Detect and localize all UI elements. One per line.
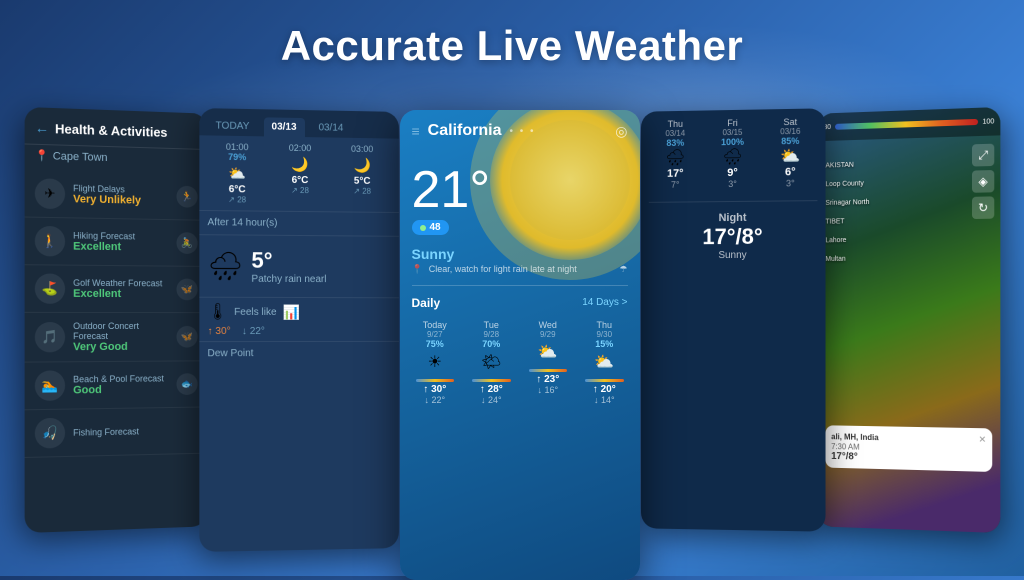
- weekly-forecast-card: Thu 03/14 83% 🌧 17° 7° Fri 03/15 100% 🌧 …: [640, 108, 825, 531]
- sun2-icon: ☀: [412, 349, 459, 378]
- day-col-1: Today 9/27 75% ☀ ↑ 30° ↓ 22°: [408, 316, 463, 410]
- main-temperature: 21°: [412, 164, 628, 216]
- rain-icon: 🌧: [207, 250, 243, 283]
- california-weather-card: ≡ California • • • ◎ 21° 48 Sunny 📍 Clea…: [400, 110, 640, 580]
- cloud2-icon: ⛅: [525, 339, 572, 368]
- california-header: ≡ California • • • ◎: [400, 110, 640, 144]
- after-hours-label: After 14 hour(s): [199, 211, 399, 237]
- location-icon[interactable]: ◎: [615, 123, 627, 140]
- thermometer-icon: 🌡: [207, 302, 228, 322]
- day-col-2: Tue 9/28 70% 🌤 ↑ 28° ↓ 24°: [464, 316, 519, 410]
- dew-point-row: Dew Point: [199, 341, 399, 365]
- aqi-dot: [420, 225, 426, 231]
- tab-today[interactable]: TODAY: [207, 116, 257, 136]
- golf-icon: ⛳: [34, 273, 64, 303]
- cloud-icon: ⛅: [207, 162, 266, 185]
- weather-map-card: 30 100 ⤢ ◈ ↻ AKISTAN Loop County Srinaga…: [817, 107, 1000, 533]
- map-place-labels: AKISTAN Loop County Srinagar North TIBET…: [825, 161, 869, 274]
- menu-icon[interactable]: ≡: [412, 123, 420, 139]
- day-col-4: Thu 9/30 15% ⛅ ↑ 20° ↓ 14°: [577, 316, 632, 410]
- aqi-badge: 48: [412, 220, 449, 235]
- health-item[interactable]: 🎣 Fishing Forecast: [24, 407, 207, 458]
- bike-icon: 🚴: [176, 232, 197, 254]
- temperature-color-bar: [834, 119, 978, 130]
- rain3-icon: 🌧: [705, 147, 759, 168]
- day-col-3: Wed 9/29 ⛅ ↑ 23° ↓ 16°: [521, 316, 576, 410]
- health-item[interactable]: 🏊 Beach & Pool Forecast Good 🐟: [24, 361, 207, 410]
- map-color-bar-row: 30 100: [817, 107, 1000, 141]
- hour-col-3: 03:00 🌙 5°C ↗ 28: [333, 144, 391, 207]
- health-item[interactable]: ✈ Flight Delays Very Unlikely 🏃: [24, 170, 207, 221]
- hourly-row: 01:00 79% ⛅ 6°C ↗ 28 02:00 🌙 6°C ↗ 28 03…: [199, 135, 399, 213]
- layers-icon[interactable]: ◈: [971, 170, 993, 193]
- days-link[interactable]: 14 Days >: [582, 297, 627, 308]
- weekly-day-2: Fri 03/15 100% 🌧 9° 3°: [705, 118, 759, 190]
- health-title: Health & Activities: [55, 121, 167, 140]
- run-icon: 🏃: [176, 186, 197, 208]
- hourly-forecast-card: TODAY 03/13 03/14 01:00 79% ⛅ 6°C ↗ 28 0…: [199, 108, 399, 552]
- dots-indicator: • • •: [509, 126, 535, 137]
- health-item[interactable]: 🎵 Outdoor Concert Forecast Very Good 🦋: [24, 313, 207, 363]
- map-background: 30 100 ⤢ ◈ ↻ AKISTAN Loop County Srinaga…: [817, 107, 1000, 533]
- concert-icon: 🎵: [34, 322, 64, 352]
- cloud4-icon: ⛅: [763, 146, 817, 167]
- hour-col-2: 02:00 🌙 6°C ↗ 28: [270, 143, 329, 206]
- feels-like-row: 🌡 Feels like 📊: [199, 297, 399, 326]
- night-section: Night 17°/8° Sunny: [640, 205, 825, 267]
- hourly-tabs: TODAY 03/13 03/14: [199, 108, 399, 139]
- health-activities-card: ← Health & Activities 📍 Cape Town ✈ Flig…: [24, 107, 207, 533]
- page-title: Accurate Live Weather: [0, 22, 1024, 70]
- weather-description: 📍 Clear, watch for light rain late at ni…: [400, 264, 640, 275]
- hike-icon: 🚶: [34, 226, 64, 257]
- weather-condition: Sunny: [400, 240, 640, 264]
- weekly-day-1: Thu 03/14 83% 🌧 17° 7°: [648, 119, 701, 190]
- health-card-header: ← Health & Activities: [24, 107, 207, 150]
- refresh-icon[interactable]: ↻: [971, 196, 993, 219]
- fish2-icon: 🎣: [34, 418, 64, 449]
- tab-date1[interactable]: 03/13: [263, 117, 304, 137]
- cloud3-icon: ⛅: [581, 349, 628, 378]
- tab-date2[interactable]: 03/14: [310, 118, 351, 138]
- pin2-icon: 📍: [412, 264, 423, 275]
- daily-header: Daily 14 Days >: [400, 296, 640, 316]
- divider: [412, 285, 628, 286]
- health-item[interactable]: ⛳ Golf Weather Forecast Excellent 🦋: [24, 265, 207, 313]
- map-tooltip: ali, MH, India ✕ 7:30 AM 17°/8°: [825, 425, 992, 472]
- expand-icon[interactable]: ⤢: [971, 144, 993, 167]
- cards-container: ← Health & Activities 📍 Cape Town ✈ Flig…: [0, 110, 1024, 576]
- weekly-divider: [648, 200, 817, 203]
- close-icon[interactable]: ✕: [978, 434, 986, 445]
- temp-main-section: 21° 48: [400, 144, 640, 240]
- health-item[interactable]: 🚶 Hiking Forecast Excellent 🚴: [24, 218, 207, 267]
- moon2-icon: 🌙: [333, 154, 391, 177]
- flight-icon: ✈: [34, 178, 64, 209]
- butterfly-icon: 🦋: [176, 279, 197, 301]
- fish-icon: 🐟: [176, 373, 197, 395]
- swim-icon: 🏊: [34, 370, 64, 401]
- chart-icon: 📊: [282, 304, 299, 321]
- umbrella-icon: ☂: [619, 264, 627, 275]
- feels-low: ↓ 22°: [241, 326, 264, 337]
- pin-icon: 📍: [34, 149, 48, 163]
- map-controls: ⤢ ◈ ↻: [971, 144, 993, 219]
- daily-forecast-row: Today 9/27 75% ☀ ↑ 30° ↓ 22° Tue 9/28 70…: [400, 316, 640, 410]
- hour-col-1: 01:00 79% ⛅ 6°C ↗ 28: [207, 141, 266, 205]
- moon-icon: 🌙: [270, 153, 329, 176]
- patchy-rain-row: 🌧 5° Patchy rain nearl: [199, 236, 399, 298]
- weekly-day-3: Sat 03/16 85% ⛅ 6° 3°: [763, 117, 817, 189]
- feels-high: ↑ 30°: [207, 326, 230, 337]
- back-arrow-icon[interactable]: ←: [34, 119, 48, 136]
- partly-cloudy-icon: 🌤: [468, 349, 515, 378]
- weekly-header: Thu 03/14 83% 🌧 17° 7° Fri 03/15 100% 🌧 …: [640, 108, 825, 198]
- butterfly2-icon: 🦋: [176, 326, 197, 348]
- city-name: California: [428, 122, 502, 140]
- rain2-icon: 🌧: [648, 147, 701, 168]
